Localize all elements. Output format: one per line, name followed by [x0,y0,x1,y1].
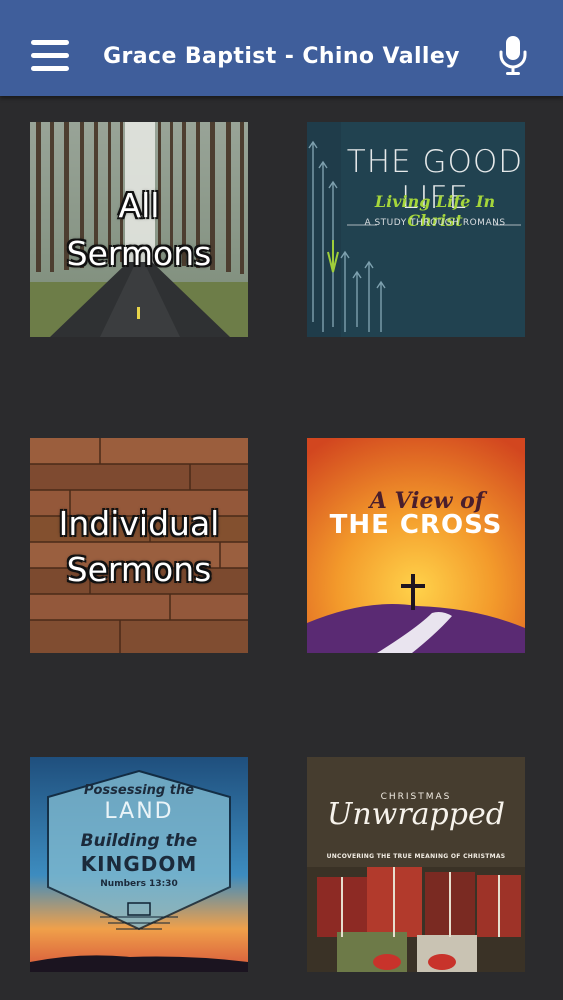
tile-a-view-of-the-cross[interactable]: A View of THE CROSS [307,438,525,653]
tile-the-good-life[interactable]: THE GOOD LIFE Living Life In Christ A ST… [307,122,525,337]
app-title: Grace Baptist - Chino Valley [103,44,460,69]
tile-label-line-1: Individual [58,504,220,543]
series-subtitle: UNCOVERING THE TRUE MEANING OF CHRISTMAS [326,853,506,860]
series-reference: Numbers 13:30 [100,879,178,889]
series-line-2: LAND [104,799,174,824]
tile-label-line-2: Sermons [66,234,212,273]
app-bar: Grace Baptist - Chino Valley [0,0,563,96]
series-title: Unwrapped [327,797,505,832]
tile-all-sermons[interactable]: All Sermons [30,122,248,337]
forest-road-image [30,122,248,337]
tile-individual-sermons[interactable]: Individual Sermons [30,438,248,653]
tile-christmas-unwrapped[interactable]: CHRISTMAS Unwrapped UNCOVERING THE TRUE … [307,757,525,972]
series-title: THE CROSS [329,510,503,540]
tile-label-line-2: Sermons [66,550,212,589]
cross-on-hill-image [307,438,525,653]
hamburger-menu-icon[interactable] [31,40,69,72]
series-line-3: Building the [80,831,198,851]
series-line-1: Possessing the [83,783,195,798]
tile-label-line-1: All [118,186,160,225]
series-tagline: A STUDY THROUGH ROMANS [364,218,506,228]
microphone-icon[interactable] [497,34,529,76]
wrapped-gifts-image [307,757,525,972]
series-line-4: KINGDOM [80,852,198,876]
tile-possessing-the-land[interactable]: Possessing the LAND Building the KINGDOM… [30,757,248,972]
